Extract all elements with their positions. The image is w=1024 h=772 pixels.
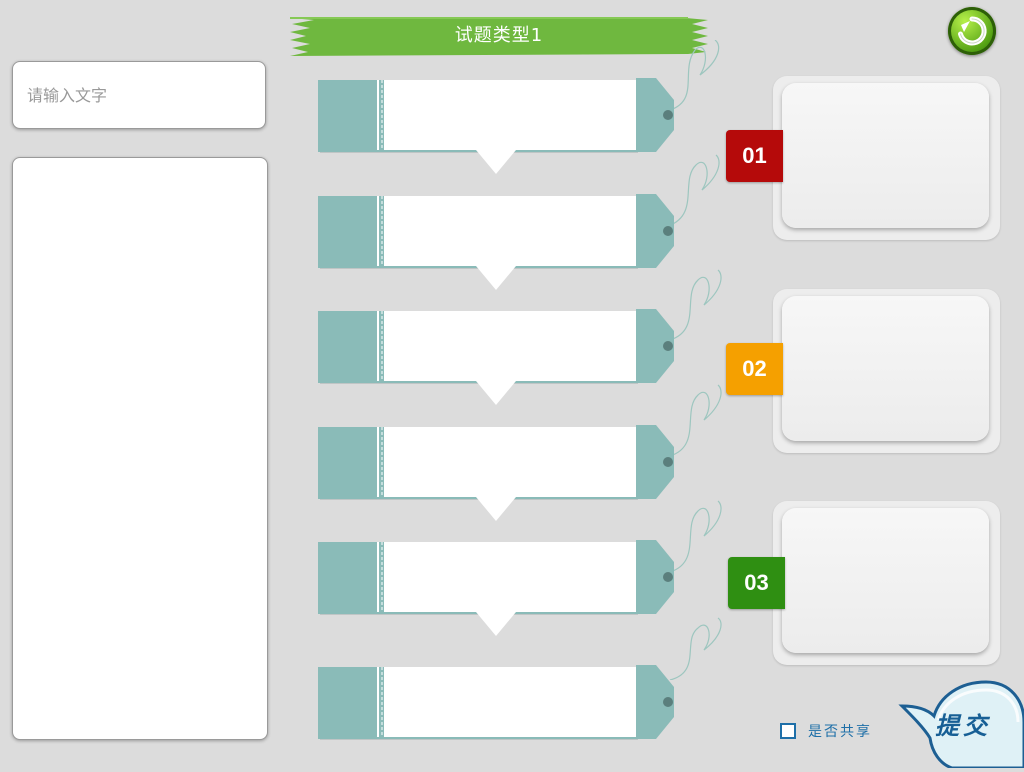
text-area-panel[interactable] xyxy=(12,157,268,740)
option-tag[interactable] xyxy=(318,425,678,521)
page-title: 试题类型1 xyxy=(454,25,544,46)
option-tag[interactable] xyxy=(318,540,678,636)
answer-card-inner xyxy=(782,508,989,653)
answer-card-inner xyxy=(782,296,989,441)
number-badge-01: 01 xyxy=(726,130,783,182)
submit-button[interactable]: 提交 xyxy=(898,676,1024,770)
search-input[interactable] xyxy=(12,61,266,129)
submit-label: 提交 xyxy=(935,711,991,740)
option-tag[interactable] xyxy=(318,665,678,740)
answer-card-inner xyxy=(782,83,989,228)
refresh-icon xyxy=(958,16,987,46)
share-label: 是否共享 xyxy=(808,724,872,740)
answer-card-3[interactable] xyxy=(773,501,1000,665)
share-checkbox[interactable] xyxy=(780,723,796,739)
number-badge-02: 02 xyxy=(726,343,783,395)
number-badge-03: 03 xyxy=(728,557,785,609)
title-ribbon: 试题类型1 xyxy=(288,14,710,58)
option-tag[interactable] xyxy=(318,78,678,174)
option-tag[interactable] xyxy=(318,194,678,290)
refresh-button[interactable] xyxy=(948,7,996,55)
option-tag[interactable] xyxy=(318,309,678,405)
answer-card-2[interactable] xyxy=(773,289,1000,453)
answer-card-1[interactable] xyxy=(773,76,1000,240)
